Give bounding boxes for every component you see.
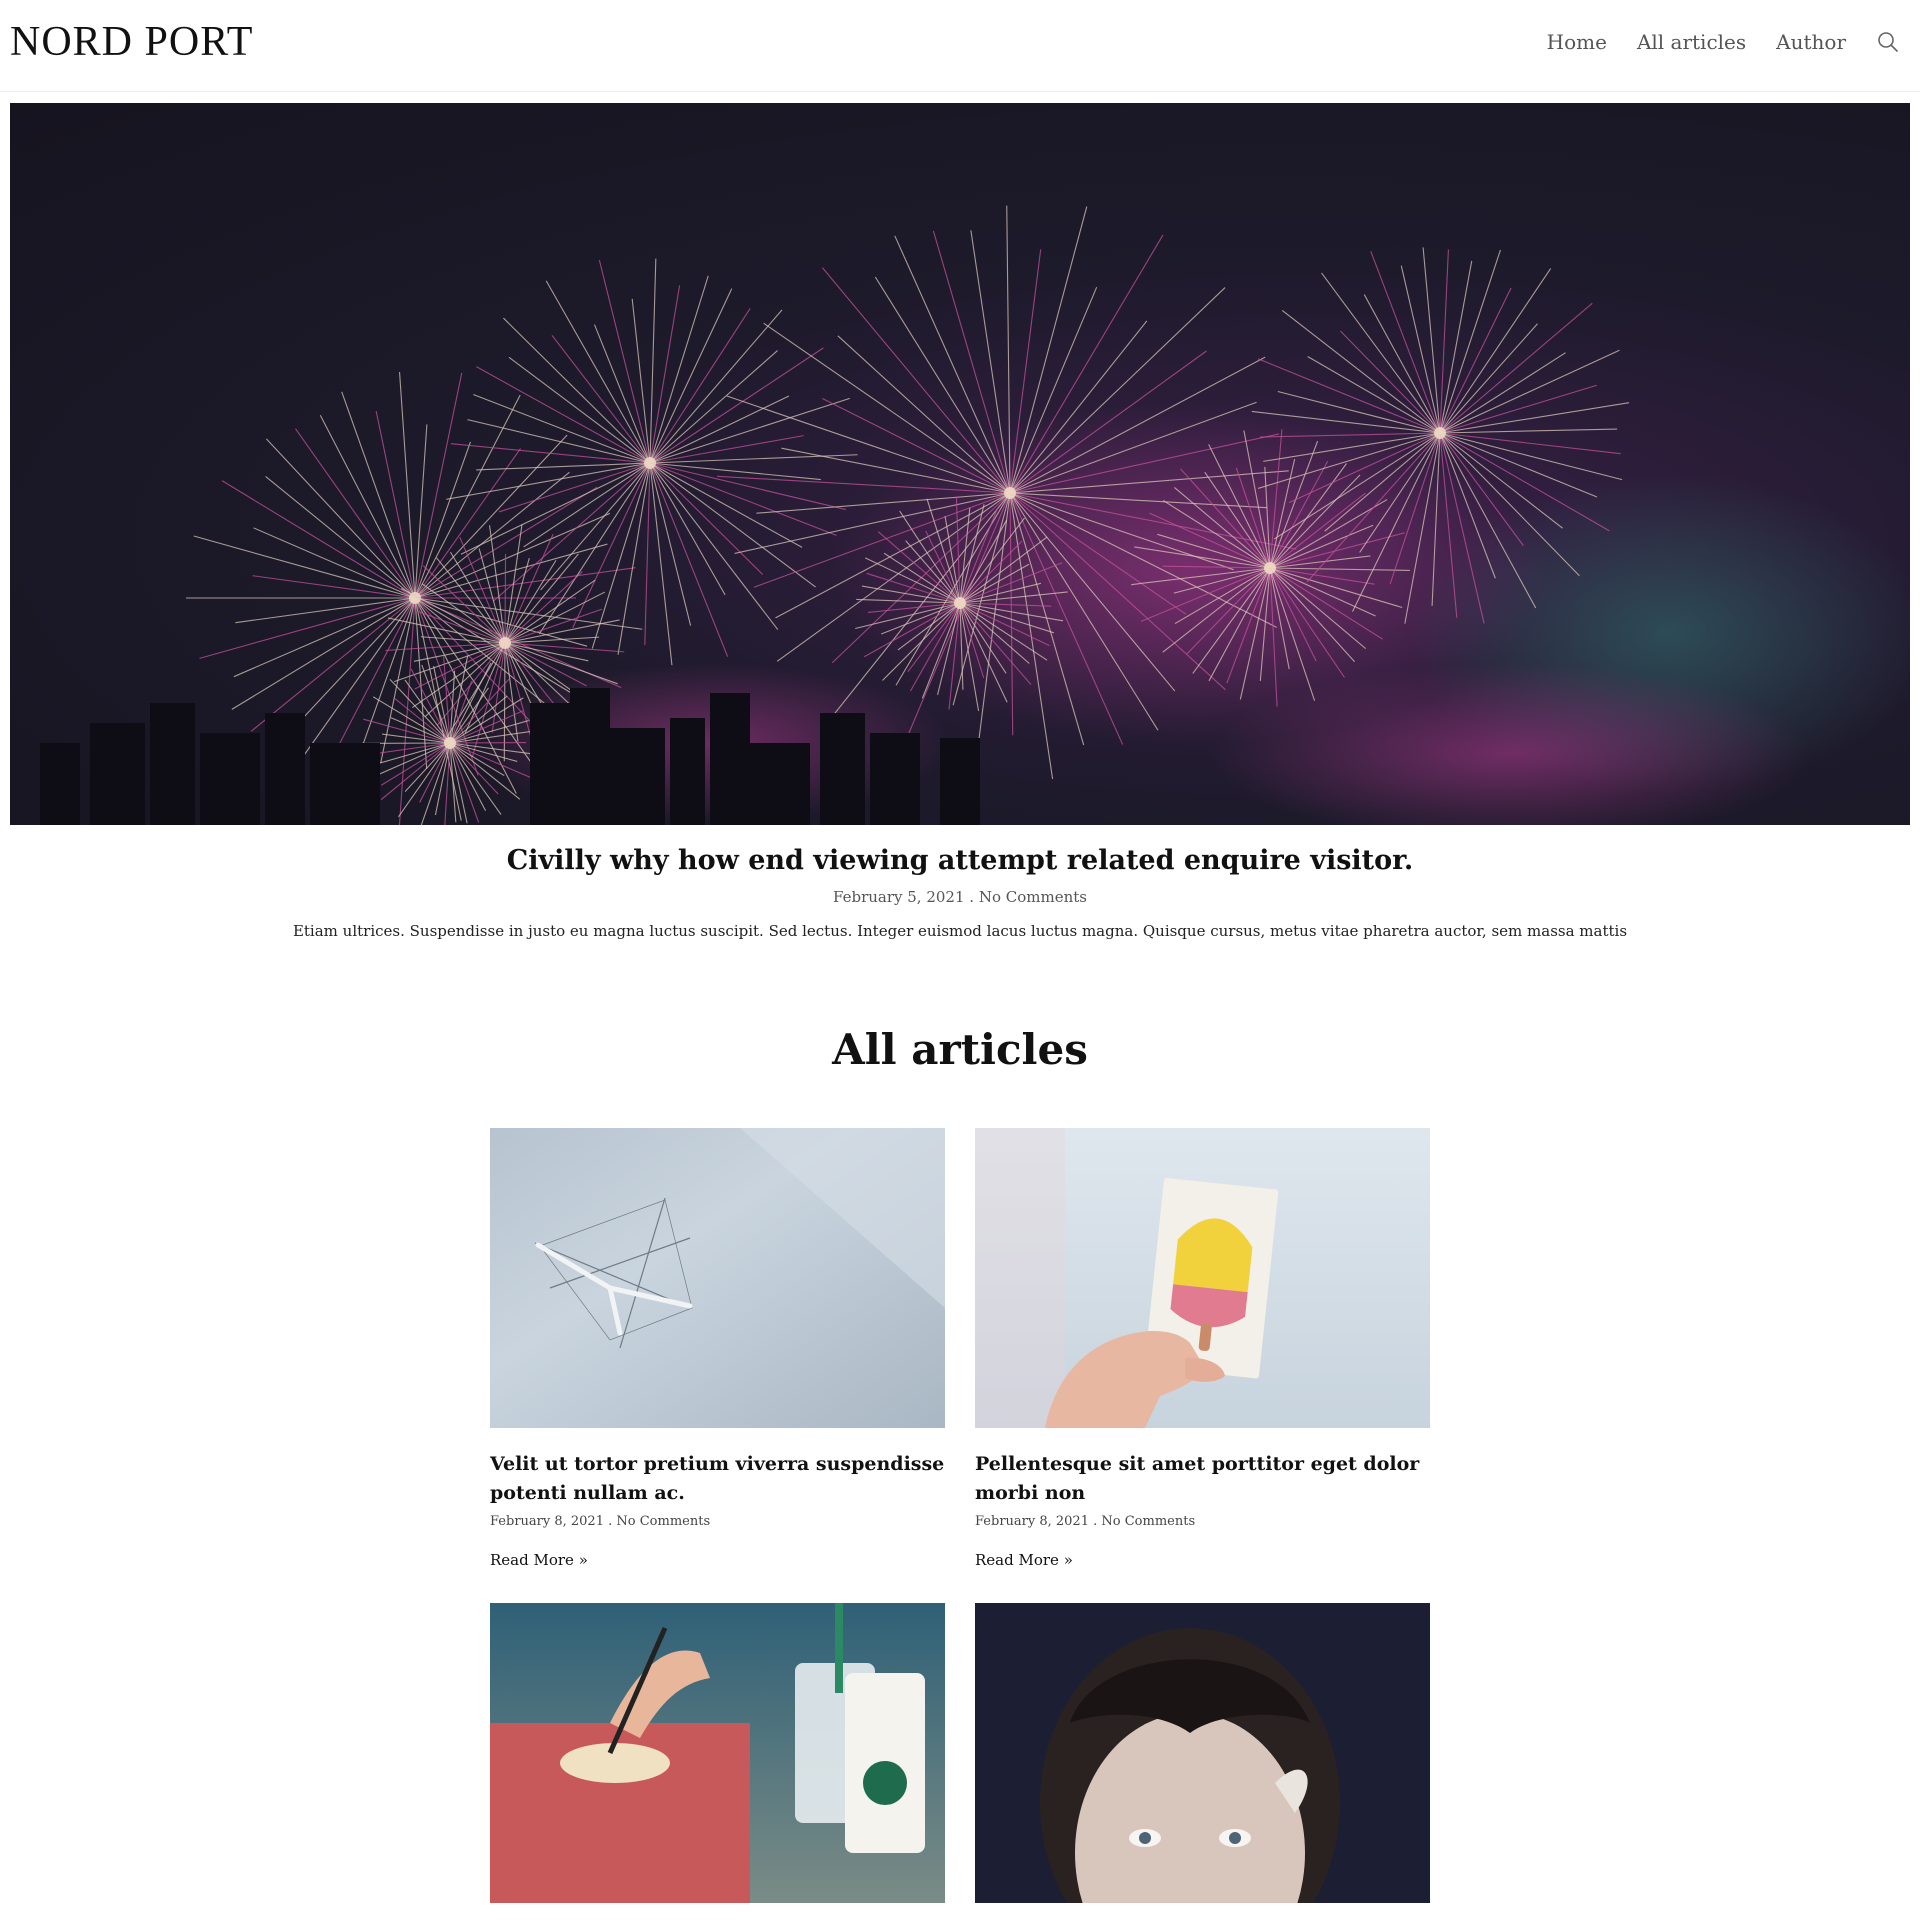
nav-author[interactable]: Author: [1776, 30, 1846, 54]
article-thumbnail[interactable]: [975, 1128, 1430, 1428]
featured-post-excerpt: Etiam ultrices. Suspendisse in justo eu …: [0, 922, 1920, 940]
featured-post-title[interactable]: Civilly why how end viewing attempt rela…: [0, 845, 1920, 876]
article-card: Pellentesque sit amet porttitor eget dol…: [975, 1128, 1430, 1569]
article-date[interactable]: February 8, 2021: [975, 1514, 1089, 1529]
read-more-link[interactable]: Read More »: [975, 1551, 1073, 1569]
featured-post-meta: February 5, 2021 . No Comments: [0, 888, 1920, 906]
article-comments[interactable]: No Comments: [616, 1514, 710, 1529]
article-comments[interactable]: No Comments: [1101, 1514, 1195, 1529]
all-articles-heading: All articles: [0, 1025, 1920, 1074]
article-meta: February 8, 2021 . No Comments: [490, 1514, 945, 1529]
article-thumbnail[interactable]: [490, 1128, 945, 1428]
article-card: [975, 1603, 1430, 1925]
nav-all-articles[interactable]: All articles: [1637, 30, 1746, 54]
article-card: [490, 1603, 945, 1925]
nav-home[interactable]: Home: [1547, 30, 1607, 54]
article-title[interactable]: Velit ut tortor pretium viverra suspendi…: [490, 1450, 945, 1508]
article-thumbnail[interactable]: [490, 1603, 945, 1903]
main-nav: Home All articles Author: [1547, 30, 1900, 54]
site-header: NORD PORT Home All articles Author: [0, 0, 1920, 92]
featured-post-date[interactable]: February 5, 2021: [833, 888, 965, 906]
article-meta: February 8, 2021 . No Comments: [975, 1514, 1430, 1529]
site-logo[interactable]: NORD PORT: [10, 18, 253, 66]
article-card: Velit ut tortor pretium viverra suspendi…: [490, 1128, 945, 1569]
read-more-link[interactable]: Read More »: [490, 1551, 588, 1569]
search-icon[interactable]: [1876, 30, 1900, 54]
article-date[interactable]: February 8, 2021: [490, 1514, 604, 1529]
featured-image[interactable]: [10, 103, 1910, 825]
article-title[interactable]: Pellentesque sit amet porttitor eget dol…: [975, 1450, 1430, 1508]
featured-post-comments[interactable]: No Comments: [979, 888, 1087, 906]
article-thumbnail[interactable]: [975, 1603, 1430, 1903]
